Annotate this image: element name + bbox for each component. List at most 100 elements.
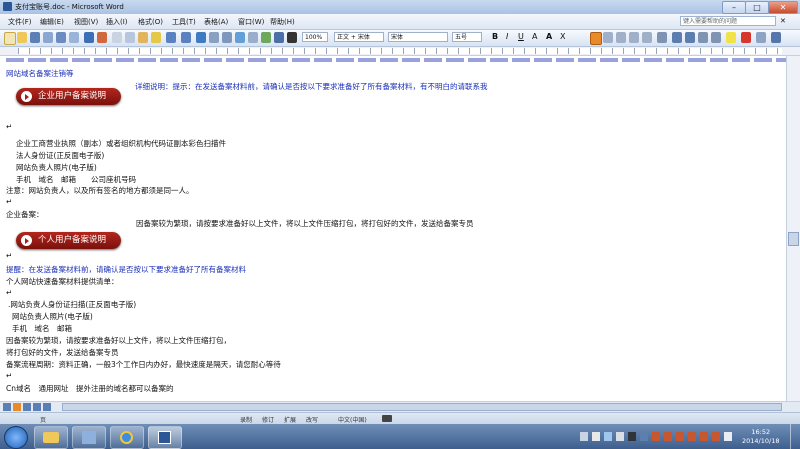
tray-icon[interactable] [628,432,636,441]
numbering-icon[interactable] [672,32,682,43]
normal-view-icon[interactable] [3,403,11,411]
web-layout-icon[interactable] [13,403,21,411]
status-track-changes[interactable]: 修订 [262,415,274,424]
reading-layout-icon[interactable] [43,403,51,411]
personal-item: 网站负责人照片(电子版) [12,312,93,321]
redo-icon[interactable] [181,32,191,43]
close-document-icon[interactable]: ✕ [780,17,786,25]
insert-table-icon[interactable] [222,32,232,43]
tray-icon[interactable] [652,432,660,441]
hyperlink-icon[interactable] [196,32,206,43]
document-map-icon[interactable] [274,32,284,43]
enclose-char-icon[interactable] [771,32,781,43]
horizontal-scroll-thumb[interactable] [62,403,782,411]
print-preview-icon[interactable] [69,32,79,43]
menu-tools[interactable]: 工具(T) [172,17,196,27]
undo-icon[interactable] [166,32,176,43]
tray-icon[interactable] [616,432,624,441]
tray-icon[interactable] [640,432,648,441]
word-app-icon[interactable] [3,2,12,11]
zoom-select[interactable]: 100% [302,32,328,42]
menu-file[interactable]: 文件(F) [8,17,32,27]
tray-icon[interactable] [580,432,588,441]
help-search-input[interactable]: 键入需要帮助的问题 [680,16,776,26]
vertical-scrollbar[interactable] [786,56,800,401]
align-left-icon[interactable] [590,32,602,45]
open-folder-icon[interactable] [17,32,27,43]
spelling-icon[interactable] [84,32,94,43]
style-select[interactable]: 正文 + 宋体 [334,32,384,42]
outline-view-icon[interactable] [33,403,41,411]
italic-button[interactable]: I [506,32,508,41]
phonetic-icon[interactable] [756,32,766,43]
menu-format[interactable]: 格式(O) [138,17,163,27]
close-button[interactable]: ✕ [768,1,798,14]
font-select[interactable]: 宋体 [388,32,448,42]
font-color-icon[interactable] [741,32,751,43]
menu-view[interactable]: 视图(V) [74,17,98,27]
vertical-scroll-thumb[interactable] [788,232,799,246]
increase-indent-icon[interactable] [711,32,721,43]
show-hide-icon[interactable] [287,32,297,43]
copy-icon[interactable] [125,32,135,43]
menu-table[interactable]: 表格(A) [204,17,228,27]
menu-edit[interactable]: 编辑(E) [40,17,64,27]
line-spacing-icon[interactable] [657,32,667,43]
save-icon[interactable] [30,32,40,43]
horizontal-ruler[interactable] [0,47,800,56]
align-center-icon[interactable] [603,32,613,43]
maximize-button[interactable]: □ [745,1,769,14]
app-taskbar-icon[interactable] [72,426,106,449]
volume-icon[interactable] [724,432,732,441]
align-right-icon[interactable] [616,32,626,43]
font-size-select[interactable]: 五号 [452,32,482,42]
format-painter-icon[interactable] [151,32,161,43]
explorer-taskbar-icon[interactable] [34,426,68,449]
menu-insert[interactable]: 插入(I) [106,17,128,27]
menu-help[interactable]: 帮助(H) [270,17,295,27]
highlight-icon[interactable] [726,32,736,43]
status-overtype[interactable]: 改写 [306,415,318,424]
bullets-icon[interactable] [685,32,695,43]
print-icon[interactable] [56,32,66,43]
tray-icon[interactable] [676,432,684,441]
status-record[interactable]: 录制 [240,415,252,424]
decrease-indent-icon[interactable] [698,32,708,43]
minimize-button[interactable]: – [722,1,746,14]
paragraph-mark: ↵ [6,197,13,206]
tray-icon[interactable] [592,432,600,441]
tray-icon[interactable] [664,432,672,441]
cut-icon[interactable] [112,32,122,43]
columns-icon[interactable] [248,32,258,43]
tray-icon[interactable] [688,432,696,441]
char-shading-button[interactable]: X [560,32,565,41]
drawing-icon[interactable] [261,32,271,43]
show-desktop-button[interactable] [790,424,800,449]
tray-icon[interactable] [700,432,708,441]
start-button[interactable] [4,426,28,449]
justify-icon[interactable] [629,32,639,43]
ruler-ticks [18,48,782,54]
personal-step: 因备案较为繁琐，请按要求准备好以上文件，将以上文件压缩打包， [6,336,231,345]
permission-icon[interactable] [43,32,53,43]
taskbar-clock[interactable]: 16:52 2014/10/18 [742,428,779,446]
char-scale-button[interactable]: A [546,32,552,41]
word-taskbar-icon[interactable] [148,426,182,449]
document-page[interactable]: 网站域名备案注销等 企业用户备案说明 详细说明：提示：在发送备案材料前，请确认是… [0,56,786,401]
menu-window[interactable]: 窗口(W) [238,17,264,27]
ie-taskbar-icon[interactable] [110,426,144,449]
research-icon[interactable] [97,32,107,43]
insert-excel-icon[interactable] [235,32,245,43]
distributed-icon[interactable] [642,32,652,43]
bold-button[interactable]: B [492,32,498,41]
new-document-icon[interactable] [4,32,16,45]
print-layout-icon[interactable] [23,403,31,411]
char-border-button[interactable]: A [532,32,537,41]
paste-icon[interactable] [138,32,148,43]
tray-icon[interactable] [712,432,720,441]
tables-borders-icon[interactable] [209,32,219,43]
tray-icon[interactable] [604,432,612,441]
underline-button[interactable]: U [518,32,524,41]
spelling-status-icon[interactable] [382,415,392,422]
status-extend[interactable]: 扩展 [284,415,296,424]
